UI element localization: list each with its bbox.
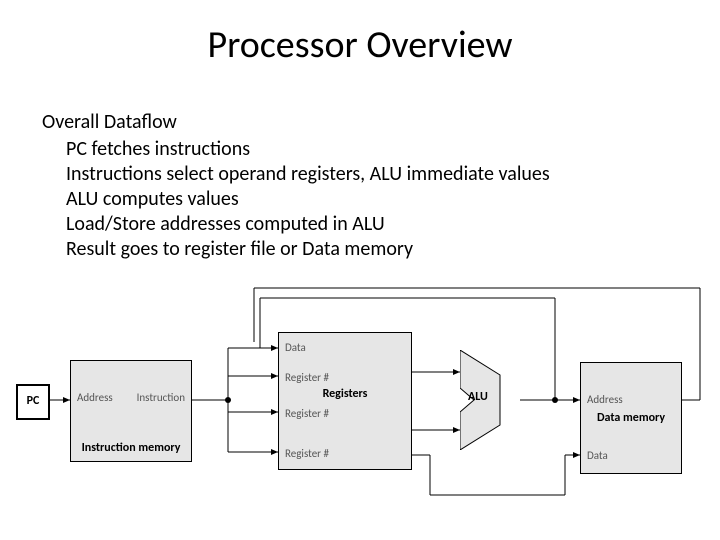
dmem-address-label: Address — [587, 393, 623, 406]
instruction-label: Instruction — [137, 391, 185, 404]
bullet: ALU computes values — [66, 187, 550, 212]
dmem-title: Data memory — [581, 411, 681, 425]
data-in-label: Data — [285, 341, 306, 354]
registers-block: Data Register # Register # Register # Re… — [278, 332, 412, 470]
address-label: Address — [77, 391, 113, 404]
bullet: PC fetches instructions — [66, 137, 550, 162]
reg2-label: Register # — [285, 407, 329, 420]
bullet: Load/Store addresses computed in ALU — [66, 212, 550, 237]
reg3-label: Register # — [285, 447, 329, 460]
registers-title: Registers — [279, 387, 411, 401]
alu-block: ALU — [460, 350, 522, 450]
bullet: Instructions select operand registers, A… — [66, 162, 550, 187]
instruction-memory-block: Address Instruction Instruction memory — [70, 360, 192, 462]
subtitle: Overall Dataflow — [42, 110, 550, 135]
data-memory-block: Address Data Data memory — [580, 362, 682, 474]
alu-title: ALU — [468, 390, 488, 404]
page-title: Processor Overview — [0, 0, 720, 68]
pc-block: PC — [16, 384, 50, 420]
imem-title: Instruction memory — [71, 441, 191, 455]
reg1-label: Register # — [285, 371, 329, 384]
body-text: Overall Dataflow PC fetches instructions… — [42, 110, 550, 262]
bullet: Result goes to register file or Data mem… — [66, 237, 550, 262]
datapath-diagram: PC Address Instruction Instruction memor… — [10, 280, 710, 530]
dmem-data-label: Data — [587, 449, 608, 462]
